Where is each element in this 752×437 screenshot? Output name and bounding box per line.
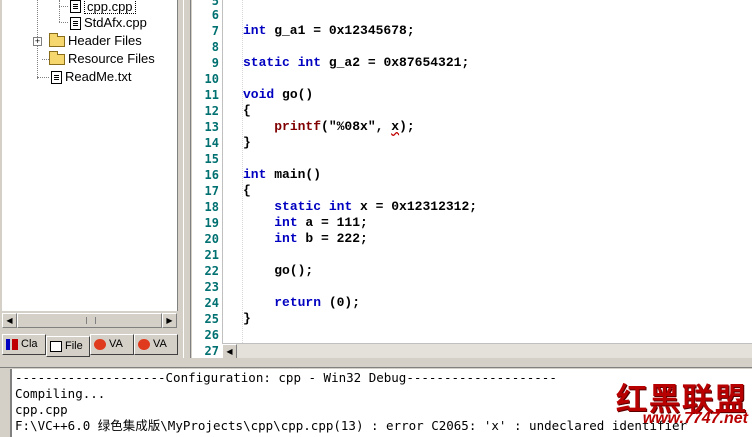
editor-horizontal-scrollbar[interactable]: ◀ xyxy=(222,343,752,358)
tree-item-cpp-cpp[interactable]: cpp.cpp xyxy=(70,0,136,14)
line-number: 20 xyxy=(204,232,219,246)
line-number: 23 xyxy=(204,280,219,294)
tree-item-readme-txt[interactable]: ReadMe.txt xyxy=(51,69,131,85)
tab-class-view[interactable]: Cla xyxy=(2,334,46,355)
tab-va-outline[interactable]: VA xyxy=(90,334,134,355)
output-line: F:\VC++6.0 绿色集成版\MyProjects\cpp\cpp.cpp(… xyxy=(15,418,688,433)
tomato-icon xyxy=(138,339,150,350)
code-line[interactable]: { xyxy=(243,183,251,199)
tree-item-label: cpp.cpp xyxy=(84,0,136,14)
line-number: 24 xyxy=(204,296,219,310)
line-number: 8 xyxy=(211,40,219,54)
code-line[interactable]: void go() xyxy=(243,87,313,103)
line-number: 10 xyxy=(204,72,219,86)
code-line[interactable]: int a = 111; xyxy=(243,215,368,231)
file-tree: cpp.cpp StdAfx.cpp + Header Files Resour… xyxy=(2,0,178,311)
tree-connector xyxy=(59,22,68,23)
output-line: --------------------Configuration: cpp -… xyxy=(15,370,557,385)
text-file-icon xyxy=(51,70,62,84)
code-line[interactable]: go(); xyxy=(243,263,313,279)
code-line[interactable]: static int x = 0x12312312; xyxy=(243,199,477,215)
tab-label: VA xyxy=(153,338,167,350)
line-number: 7 xyxy=(211,24,219,38)
code-line[interactable]: int g_a1 = 0x12345678; xyxy=(243,23,415,39)
line-number: 13 xyxy=(204,120,219,134)
scroll-right-icon[interactable]: ▶ xyxy=(162,313,177,328)
code-line[interactable]: } xyxy=(243,311,251,327)
line-number: 19 xyxy=(204,216,219,230)
code-line[interactable]: { xyxy=(243,103,251,119)
tab-file-view[interactable]: File xyxy=(46,336,90,357)
tree-connector xyxy=(59,6,68,7)
workspace-tabs: Cla File VA VA xyxy=(0,332,183,358)
line-number: 9 xyxy=(211,56,219,70)
class-view-icon xyxy=(6,339,18,350)
tree-item-header-files[interactable]: Header Files xyxy=(49,32,142,49)
tree-connector xyxy=(59,0,60,22)
tab-va-view[interactable]: VA xyxy=(134,334,178,355)
output-line: Compiling... xyxy=(15,386,106,401)
tab-label: File xyxy=(65,340,83,352)
line-number: 16 xyxy=(204,168,219,182)
line-number: 25 xyxy=(204,312,219,326)
tree-item-stdafx-cpp[interactable]: StdAfx.cpp xyxy=(70,15,147,31)
line-number: 26 xyxy=(204,328,219,342)
line-number: 15 xyxy=(204,152,219,166)
tree-item-resource-files[interactable]: Resource Files xyxy=(49,50,155,67)
cpp-file-icon xyxy=(70,16,81,30)
code-line[interactable]: printf("%08x", x); xyxy=(243,119,414,135)
line-number: 22 xyxy=(204,264,219,278)
line-number: 18 xyxy=(204,200,219,214)
code-editor[interactable]: 5 6 7 8 9 10 11 12 13 14 15 16 17 18 19 … xyxy=(192,0,752,358)
line-number: 14 xyxy=(204,136,219,150)
pane-splitter[interactable] xyxy=(183,0,191,366)
tree-item-label: Header Files xyxy=(68,33,142,48)
workspace-pane: cpp.cpp StdAfx.cpp + Header Files Resour… xyxy=(0,0,183,366)
tree-connector xyxy=(42,59,49,60)
tree-item-label: ReadMe.txt xyxy=(65,69,132,84)
tree-connector xyxy=(37,77,49,78)
line-number: 11 xyxy=(204,88,219,102)
tree-horizontal-scrollbar[interactable]: ◀ ▶ xyxy=(2,313,177,328)
line-number: 21 xyxy=(204,248,219,262)
output-line: cpp.cpp xyxy=(15,402,68,417)
line-number: 6 xyxy=(211,8,219,22)
scroll-left-icon[interactable]: ◀ xyxy=(2,313,17,328)
file-view-icon xyxy=(50,341,62,352)
line-number: 27 xyxy=(204,344,219,358)
code-line[interactable]: return (0); xyxy=(243,295,360,311)
tomato-icon xyxy=(94,339,106,350)
output-gripper xyxy=(0,369,10,437)
folder-icon xyxy=(49,32,65,47)
expand-icon[interactable]: + xyxy=(33,37,42,46)
code-line[interactable]: int b = 222; xyxy=(243,231,368,247)
grip-icon xyxy=(86,317,96,324)
folder-icon xyxy=(49,50,65,65)
code-line[interactable]: int main() xyxy=(243,167,321,183)
line-number: 12 xyxy=(204,104,219,118)
tab-label: Cla xyxy=(21,338,38,350)
tree-item-label: StdAfx.cpp xyxy=(84,15,147,30)
cpp-file-icon xyxy=(70,0,81,13)
code-line[interactable]: static int g_a2 = 0x87654321; xyxy=(243,55,469,71)
output-splitter[interactable] xyxy=(0,358,752,368)
scroll-left-icon[interactable]: ◀ xyxy=(222,344,237,358)
line-number: 17 xyxy=(204,184,219,198)
output-window[interactable]: --------------------Configuration: cpp -… xyxy=(10,369,752,437)
code-line[interactable]: } xyxy=(243,135,251,151)
tree-item-label: Resource Files xyxy=(68,51,155,66)
tab-label: VA xyxy=(109,338,123,350)
scrollbar-thumb[interactable] xyxy=(17,313,162,328)
